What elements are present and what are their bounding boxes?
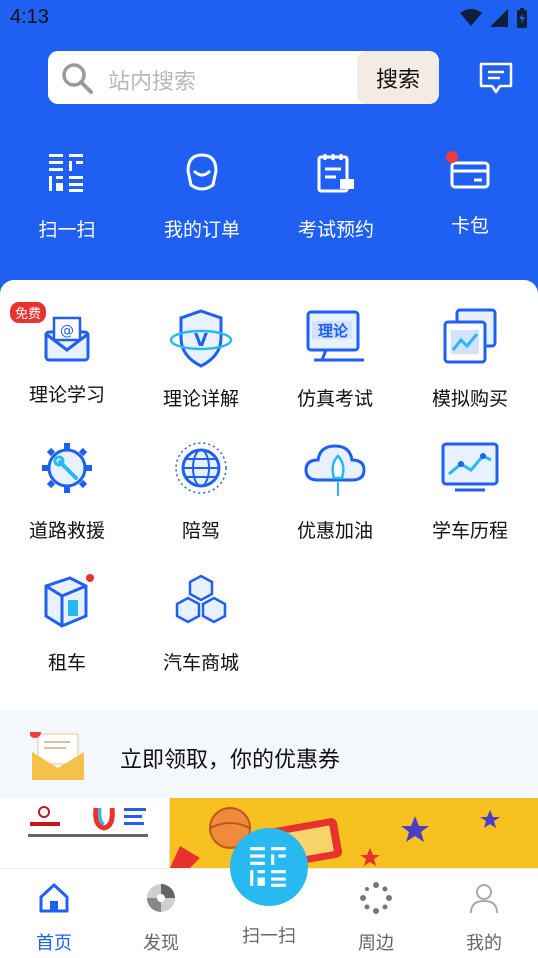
car-rental-icon xyxy=(44,574,94,628)
exam-booking-icon xyxy=(317,154,354,193)
simulation-exam-icon: 理论 xyxy=(306,310,364,362)
mock-purchase-icon xyxy=(443,308,497,364)
quick-exam-label: 考试预约 xyxy=(297,219,374,241)
grid-theory-study-label: 理论学习 xyxy=(28,384,105,406)
tab-scan-label[interactable]: 扫一扫 xyxy=(215,922,323,948)
message-icon[interactable] xyxy=(478,62,514,94)
grid-car-rental-label: 租车 xyxy=(47,652,86,674)
tab-profile-label: 我的 xyxy=(466,933,502,954)
discover-icon xyxy=(147,884,175,912)
grid-theory-explain-label: 理论详解 xyxy=(162,388,239,410)
quick-orders-label: 我的订单 xyxy=(163,219,240,241)
svg-text:理论: 理论 xyxy=(318,322,349,340)
grid-road-rescue[interactable]: 道路救援 xyxy=(0,440,134,543)
service-grid: @ 免费 理论学习 V 理论详解 理论 仿真考试 模拟购买 道路救援 陪驾 优惠… xyxy=(0,280,538,710)
fuel-discount-icon xyxy=(304,444,366,496)
theory-study-icon-wrap: @ 免费 xyxy=(10,302,102,370)
quick-exam[interactable]: 考试预约 xyxy=(281,145,391,242)
card-wallet-icon-wrap xyxy=(446,151,492,195)
status-icons xyxy=(460,8,528,28)
svg-text:@: @ xyxy=(60,323,74,339)
wifi-icon xyxy=(460,9,482,26)
grid-simulation-exam[interactable]: 理论 仿真考试 xyxy=(268,308,402,411)
tab-discover[interactable]: 发现 xyxy=(107,881,215,955)
grid-mock-purchase[interactable]: 模拟购买 xyxy=(403,308,537,411)
status-time: 4:13 xyxy=(10,6,49,28)
tab-home-label: 首页 xyxy=(36,933,72,954)
grid-car-mall[interactable]: 汽车商城 xyxy=(134,572,268,675)
grid-accompany-drive-label: 陪驾 xyxy=(181,520,220,542)
grid-mock-purchase-label: 模拟购买 xyxy=(431,388,508,410)
tab-discover-label: 发现 xyxy=(143,933,179,954)
notification-dot xyxy=(446,151,458,163)
grid-car-rental[interactable]: 租车 xyxy=(0,572,134,675)
coupon-banner[interactable]: 立即领取，你的优惠券 xyxy=(0,710,538,800)
learning-progress-icon xyxy=(441,442,499,492)
tab-nearby[interactable]: 周边 xyxy=(322,881,430,955)
coupon-text: 立即领取，你的优惠券 xyxy=(120,748,341,773)
search-icon xyxy=(62,63,93,94)
orders-icon xyxy=(186,153,218,191)
scan-icon xyxy=(49,154,83,192)
tab-nearby-label: 周边 xyxy=(358,933,394,954)
profile-icon xyxy=(470,884,498,914)
accompany-drive-icon xyxy=(175,442,227,494)
quick-card-wallet-label: 卡包 xyxy=(450,215,489,237)
quick-card-wallet[interactable]: 卡包 xyxy=(415,145,525,238)
grid-fuel-discount[interactable]: 优惠加油 xyxy=(268,440,402,543)
sponsor-logo-image xyxy=(28,806,148,837)
quick-actions: 扫一扫 我的订单 考试预约 卡包 xyxy=(0,145,538,245)
tab-scan-button[interactable] xyxy=(230,828,308,906)
theory-explain-icon: V xyxy=(169,309,233,368)
grid-theory-study[interactable]: @ 免费 理论学习 xyxy=(0,302,134,407)
car-mall-icon xyxy=(175,574,227,624)
battery-icon xyxy=(517,8,527,28)
free-badge: 免费 xyxy=(10,302,47,323)
grid-simulation-exam-label: 仿真考试 xyxy=(296,388,373,410)
tab-home[interactable]: 首页 xyxy=(0,881,108,955)
grid-learning-progress[interactable]: 学车历程 xyxy=(403,440,537,543)
grid-fuel-discount-label: 优惠加油 xyxy=(296,520,373,542)
grid-accompany-drive[interactable]: 陪驾 xyxy=(134,440,268,543)
search-bar[interactable]: 站内搜索 搜索 xyxy=(48,51,439,104)
banner-art xyxy=(170,807,500,868)
coupon-envelope-icon xyxy=(30,732,84,780)
svg-text:V: V xyxy=(194,330,208,351)
quick-scan-label: 扫一扫 xyxy=(38,219,96,241)
status-bar: 4:13 xyxy=(0,0,538,36)
tab-profile[interactable]: 我的 xyxy=(430,881,538,955)
nearby-icon xyxy=(360,882,392,914)
home-icon xyxy=(39,883,69,913)
search-input[interactable]: 站内搜索 xyxy=(108,64,196,96)
road-rescue-icon xyxy=(42,443,92,493)
quick-scan[interactable]: 扫一扫 xyxy=(12,145,122,242)
grid-learning-progress-label: 学车历程 xyxy=(431,520,508,542)
grid-car-mall-label: 汽车商城 xyxy=(162,652,239,674)
scan-icon xyxy=(250,847,286,887)
sponsor-logos xyxy=(0,798,170,868)
signal-icon xyxy=(490,9,508,27)
quick-orders[interactable]: 我的订单 xyxy=(147,145,257,242)
grid-road-rescue-label: 道路救援 xyxy=(28,520,105,542)
grid-theory-explain[interactable]: V 理论详解 xyxy=(134,308,268,411)
search-button[interactable]: 搜索 xyxy=(357,51,439,104)
